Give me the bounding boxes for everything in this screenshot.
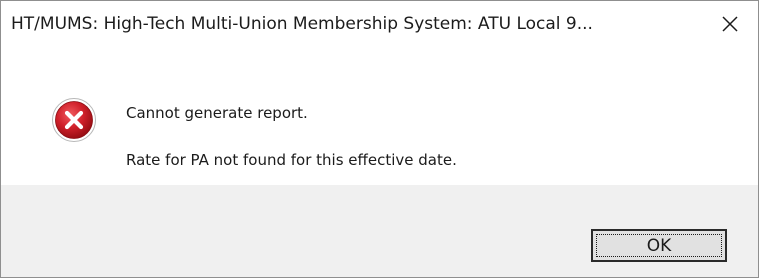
ok-button-label: OK [646,235,672,256]
title-bar[interactable]: HT/MUMS: High-Tech Multi-Union Membershi… [1,1,758,47]
error-icon [52,98,96,142]
close-button[interactable] [702,1,758,47]
button-bar: OK [1,185,758,277]
error-message-title: Cannot generate report. [126,104,308,122]
error-message-detail: Rate for PA not found for this effective… [126,151,457,169]
close-icon [722,16,738,32]
dialog-body: Cannot generate report. Rate for PA not … [1,47,758,185]
message-box-dialog: HT/MUMS: High-Tech Multi-Union Membershi… [0,0,759,278]
ok-button[interactable]: OK [591,229,727,262]
window-title: HT/MUMS: High-Tech Multi-Union Membershi… [11,14,593,34]
